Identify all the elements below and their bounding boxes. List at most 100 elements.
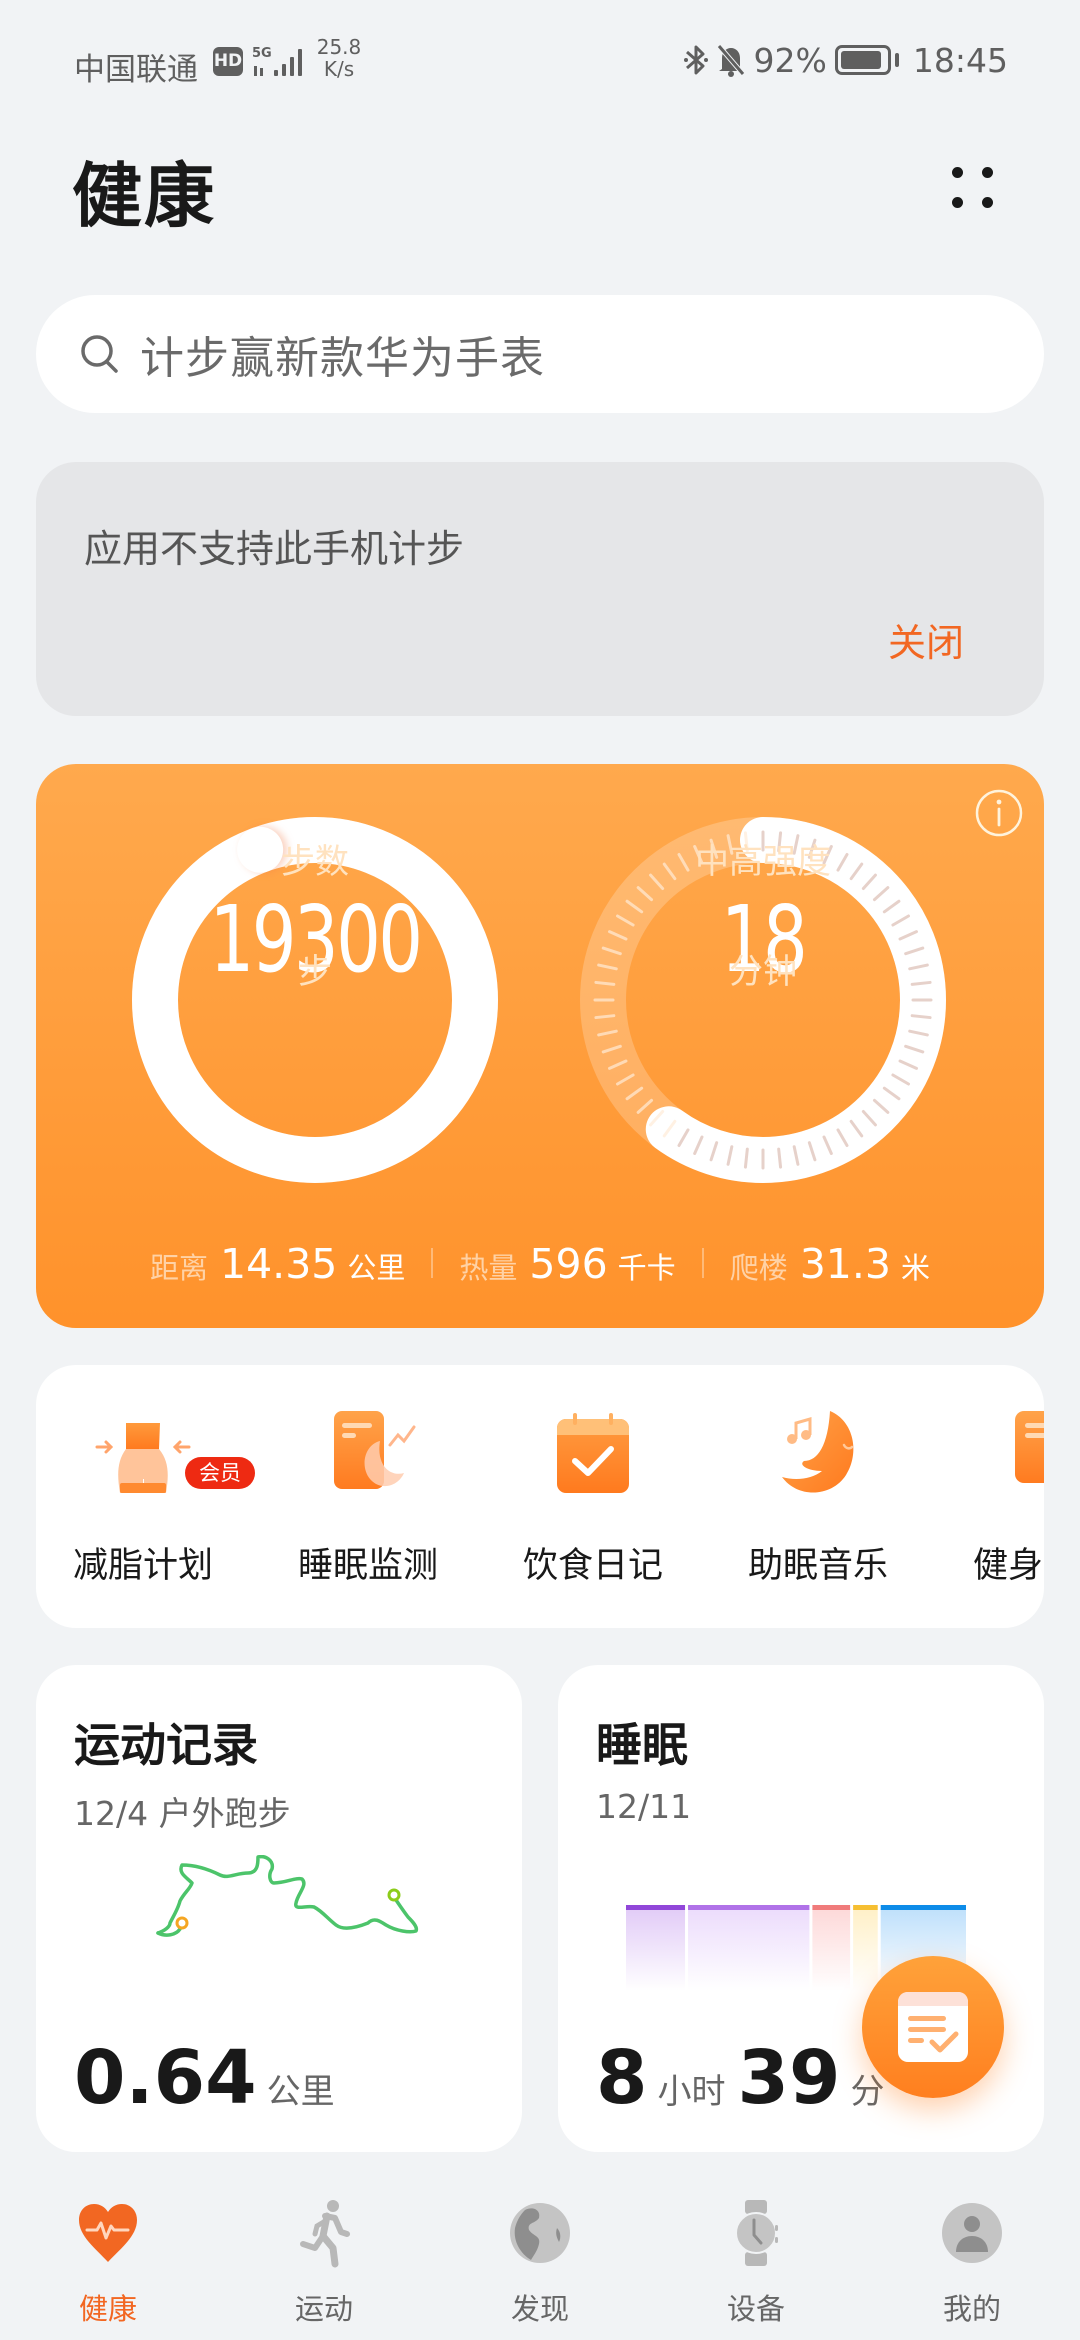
record-note-check-icon: [898, 1992, 968, 2062]
nav-tab-discover[interactable]: 发现: [470, 2198, 610, 2328]
sleep-stage-fill: [688, 1909, 810, 1991]
sleep-monitor-icon: [334, 1411, 416, 1489]
more-menu-button[interactable]: [940, 155, 1000, 215]
exercise-distance-value: 0.64: [74, 2035, 257, 2121]
nav-tab-devices[interactable]: 设备: [686, 2198, 826, 2328]
quick-entry-fitness[interactable]: 健身: [953, 1405, 1044, 1588]
carrier-name: 中国联通: [74, 52, 198, 88]
sleep-stage-fill: [853, 1909, 878, 1991]
route-end-marker: [175, 1916, 189, 1930]
quick-entry-label: 健身: [973, 1546, 1044, 1586]
body-shape-icon: [95, 1423, 191, 1493]
bell-muted-icon: [716, 44, 745, 77]
sleep-stage-bar: [853, 1905, 878, 1910]
fitness-icon: [1015, 1411, 1044, 1483]
moon-music-icon: [782, 1411, 854, 1493]
page-title: 健康: [72, 155, 216, 237]
network-type-label: 5G: [252, 46, 272, 61]
steps-unit: 步: [298, 952, 332, 992]
stat-label: 热量: [459, 1251, 518, 1285]
quick-entry-row: 会员 减脂计划 睡眠监测 饮食日记 助眠音乐 健身: [36, 1365, 1044, 1628]
sleep-hours-unit: 小时: [657, 2072, 726, 2112]
running-route-map: [156, 1855, 419, 1937]
stat-climb: 爬楼 31.3 米: [704, 1240, 956, 1288]
nav-tab-exercise[interactable]: 运动: [254, 2198, 394, 2328]
route-start-marker: [387, 1888, 401, 1902]
stat-value: 14.35: [220, 1240, 338, 1288]
sleep-stage-bar: [880, 1905, 966, 1910]
hd-icon: HD: [213, 47, 243, 76]
globe-icon: [510, 2203, 570, 2263]
nav-label: 运动: [294, 2292, 353, 2326]
sleep-card-title: 睡眠: [596, 1718, 688, 1772]
activity-stats-row: 距离 14.35 公里 热量 596 千卡 爬楼 31.3 米: [36, 1240, 1044, 1288]
notice-message: 应用不支持此手机计步: [84, 527, 465, 571]
search-placeholder: 计步赢新款华为手表: [140, 333, 545, 384]
intensity-tick: [910, 980, 932, 986]
battery-icon: [834, 45, 891, 75]
intensity-tick: [594, 1014, 616, 1020]
intensity-tick: [777, 1147, 783, 1169]
exercise-card-subtitle: 12/4 户外跑步: [74, 1794, 291, 1833]
exercise-card-title: 运动记录: [74, 1718, 258, 1772]
stat-value: 31.3: [799, 1240, 891, 1288]
steps-label: 步数: [281, 842, 349, 882]
stat-label: 距离: [149, 1251, 208, 1285]
intensity-tick: [594, 980, 616, 986]
sleep-hours-value: 8: [596, 2035, 648, 2121]
exercise-distance-unit: 公里: [266, 2072, 335, 2112]
sleep-stage-fill: [812, 1909, 851, 1991]
exercise-distance: 0.64 公里: [74, 2035, 347, 2121]
sleep-stage-bar: [688, 1905, 810, 1910]
menu-dot: [982, 167, 993, 178]
exercise-record-card[interactable]: 运动记录 12/4 户外跑步 0.64 公里: [36, 1665, 522, 2152]
network-speed: 25.8 K/s: [314, 36, 364, 80]
quick-entry-sleep-monitor[interactable]: 睡眠监测: [278, 1405, 458, 1588]
signal-icon: 5G: [252, 46, 302, 76]
stat-calories: 热量 596 千卡: [433, 1240, 701, 1288]
info-icon[interactable]: [974, 788, 1024, 838]
sleep-stage-bar: [812, 1905, 851, 1910]
quick-entry-diet-diary[interactable]: 饮食日记: [503, 1405, 683, 1588]
clock: 18:45: [912, 40, 1008, 80]
status-right: 92% 18:45: [683, 40, 1008, 80]
sleep-stage-fill: [626, 1909, 686, 1991]
sleep-minutes-value: 39: [737, 2035, 841, 2121]
search-bar[interactable]: 计步赢新款华为手表: [36, 295, 1044, 413]
notice-close-button[interactable]: 关闭: [888, 612, 964, 667]
menu-dot: [952, 167, 963, 178]
intensity-tick: [910, 1014, 932, 1020]
nav-label: 我的: [942, 2292, 1001, 2326]
sleep-stage-bar: [626, 1905, 686, 1910]
stat-value: 596: [529, 1240, 608, 1288]
stat-label: 爬楼: [729, 1251, 788, 1285]
stat-unit: 米: [901, 1251, 931, 1285]
menu-dot: [982, 197, 993, 208]
calendar-check-icon: [557, 1413, 629, 1493]
stat-unit: 公里: [347, 1251, 406, 1285]
network-speed-unit: K/s: [323, 57, 355, 81]
quick-entry-label: 睡眠监测: [297, 1546, 438, 1586]
stat-unit: 千卡: [617, 1251, 676, 1285]
bluetooth-icon: [683, 45, 708, 75]
nav-label: 设备: [726, 2292, 785, 2326]
battery-level-fill: [840, 51, 882, 69]
intensity-unit: 分钟: [729, 952, 797, 992]
status-bar: 中国联通 HD 5G 25.8 K/s 92% 18:45: [0, 0, 1080, 110]
quick-entry-label: 助眠音乐: [747, 1546, 888, 1586]
route-line: [156, 1855, 419, 1935]
battery-percent: 92%: [753, 40, 827, 80]
health-record-fab[interactable]: [862, 1956, 1004, 2098]
watch-icon: [735, 2200, 778, 2266]
nav-label: 发现: [510, 2292, 569, 2326]
step-unsupported-notice: 应用不支持此手机计步 关闭: [36, 462, 1044, 716]
activity-summary-card[interactable]: 步数 19300 步 中高强度 18 分钟 距离 14.35 公里 热量 596…: [36, 764, 1044, 1328]
quick-entry-fat-loss-plan[interactable]: 会员 减脂计划: [53, 1405, 255, 1588]
intensity-tick: [743, 1147, 749, 1169]
profile-icon: [942, 2203, 1002, 2263]
nav-tab-health[interactable]: 健康: [38, 2198, 178, 2328]
sleep-duration: 8 小时 39 分: [596, 2035, 896, 2121]
quick-entry-sleep-music[interactable]: 助眠音乐: [728, 1405, 908, 1588]
nav-tab-me[interactable]: 我的: [902, 2198, 1042, 2328]
stat-distance: 距离 14.35 公里: [124, 1240, 431, 1288]
